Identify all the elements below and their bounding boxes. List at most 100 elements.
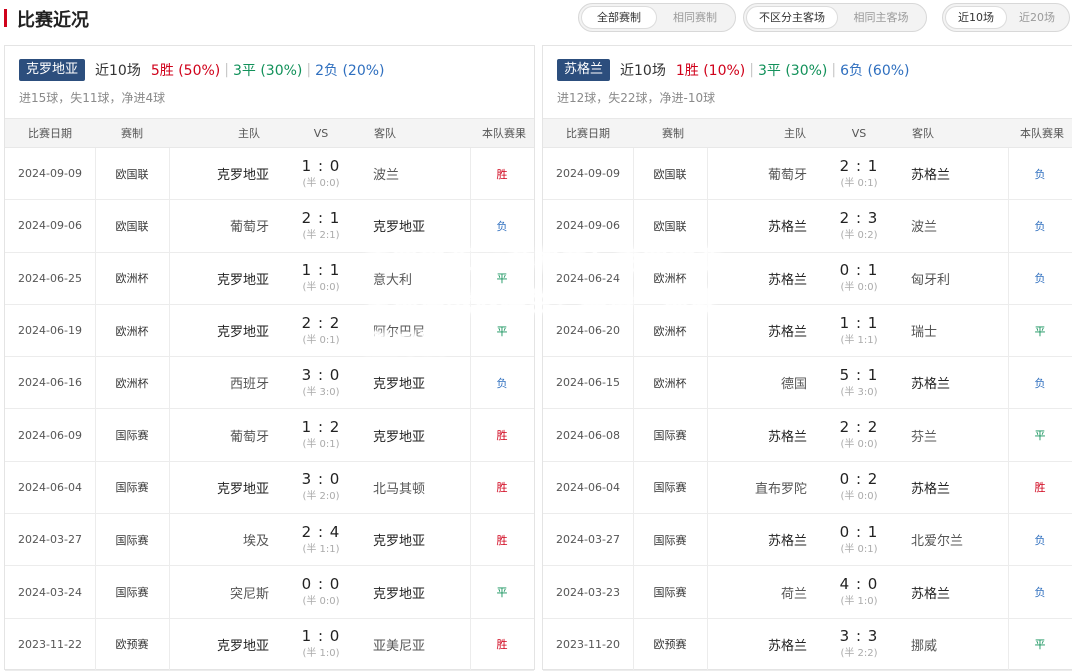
score-cell: 1 : 1 (半 1:1) bbox=[813, 305, 905, 356]
match-row[interactable]: 2024-06-16 欧洲杯 西班牙 3 : 0 (半 3:0) 克罗地亚 负 bbox=[5, 357, 534, 410]
away-team[interactable]: 匈牙利 bbox=[911, 253, 1007, 304]
home-team[interactable]: 突尼斯 bbox=[169, 566, 269, 617]
filter-last-20[interactable]: 近20场 bbox=[1007, 6, 1067, 29]
away-team[interactable]: 意大利 bbox=[373, 253, 469, 304]
match-row[interactable]: 2023-11-20 欧预赛 苏格兰 3 : 3 (半 2:2) 挪威 平 bbox=[543, 618, 1072, 671]
away-team[interactable]: 瑞士 bbox=[911, 305, 1007, 356]
home-team[interactable]: 克罗地亚 bbox=[169, 305, 269, 356]
match-row[interactable]: 2024-09-06 欧国联 苏格兰 2 : 3 (半 0:2) 波兰 负 bbox=[543, 200, 1072, 253]
result-badge: 负 bbox=[496, 376, 508, 390]
match-row[interactable]: 2024-03-27 国际赛 苏格兰 0 : 1 (半 0:1) 北爱尔兰 负 bbox=[543, 514, 1072, 567]
away-team[interactable]: 苏格兰 bbox=[911, 357, 1007, 408]
goals-summary: 进15球，失11球，净进4球 bbox=[19, 91, 166, 105]
competition: 国际赛 bbox=[115, 481, 149, 495]
competition: 欧洲杯 bbox=[115, 324, 149, 338]
home-team[interactable]: 苏格兰 bbox=[707, 253, 807, 304]
match-row[interactable]: 2024-06-19 欧洲杯 克罗地亚 2 : 2 (半 0:1) 阿尔巴尼 平 bbox=[5, 304, 534, 358]
filter-same-venue[interactable]: 相同主客场 bbox=[838, 6, 924, 29]
filter-same-competition[interactable]: 相同赛制 bbox=[657, 6, 733, 29]
filter-any-venue[interactable]: 不区分主客场 bbox=[746, 6, 838, 29]
match-row[interactable]: 2024-09-06 欧国联 葡萄牙 2 : 1 (半 2:1) 克罗地亚 负 bbox=[5, 200, 534, 253]
summary-line: 苏格兰 近10场 1胜 (10%) | 3平 (30%) | 6负 (60%) bbox=[557, 59, 910, 81]
home-team[interactable]: 葡萄牙 bbox=[169, 409, 269, 460]
score-cell: 2 : 2 (半 0:0) bbox=[813, 409, 905, 460]
match-row[interactable]: 2024-03-27 国际赛 埃及 2 : 4 (半 1:1) 克罗地亚 胜 bbox=[5, 514, 534, 567]
recent-label: 近10场 bbox=[95, 63, 141, 79]
full-time-score: 1 : 1 bbox=[839, 313, 879, 332]
match-row[interactable]: 2024-06-09 国际赛 葡萄牙 1 : 2 (半 0:1) 克罗地亚 胜 bbox=[5, 409, 534, 462]
match-row[interactable]: 2024-06-20 欧洲杯 苏格兰 1 : 1 (半 1:1) 瑞士 平 bbox=[543, 304, 1072, 358]
home-team[interactable]: 葡萄牙 bbox=[169, 200, 269, 251]
half-time-score: (半 0:0) bbox=[840, 439, 878, 451]
venue-filter[interactable]: 不区分主客场 相同主客场 bbox=[743, 3, 927, 32]
range-filter[interactable]: 近10场 近20场 bbox=[942, 3, 1070, 32]
away-team[interactable]: 克罗地亚 bbox=[373, 566, 469, 617]
away-team[interactable]: 北马其顿 bbox=[373, 462, 469, 513]
home-team[interactable]: 直布罗陀 bbox=[707, 462, 807, 513]
home-team[interactable]: 埃及 bbox=[169, 514, 269, 565]
col-date: 比赛日期 bbox=[566, 127, 610, 140]
away-team[interactable]: 苏格兰 bbox=[911, 566, 1007, 617]
competition-filter[interactable]: 全部赛制 相同赛制 bbox=[578, 3, 736, 32]
home-team[interactable]: 克罗地亚 bbox=[169, 148, 269, 199]
home-team[interactable]: 德国 bbox=[707, 357, 807, 408]
match-row[interactable]: 2024-03-23 国际赛 荷兰 4 : 0 (半 1:0) 苏格兰 负 bbox=[543, 566, 1072, 619]
match-row[interactable]: 2024-06-15 欧洲杯 德国 5 : 1 (半 3:0) 苏格兰 负 bbox=[543, 357, 1072, 410]
result-badge: 负 bbox=[1034, 219, 1046, 233]
away-team[interactable]: 芬兰 bbox=[911, 409, 1007, 460]
wins-stat: 5胜 (50%) bbox=[150, 63, 221, 79]
full-time-score: 3 : 0 bbox=[301, 365, 341, 384]
home-team[interactable]: 苏格兰 bbox=[707, 409, 807, 460]
match-row[interactable]: 2024-06-24 欧洲杯 苏格兰 0 : 1 (半 0:0) 匈牙利 负 bbox=[543, 252, 1072, 305]
home-team[interactable]: 西班牙 bbox=[169, 357, 269, 408]
match-row[interactable]: 2024-06-25 欧洲杯 克罗地亚 1 : 1 (半 0:0) 意大利 平 bbox=[5, 252, 534, 305]
match-row[interactable]: 2024-03-24 国际赛 突尼斯 0 : 0 (半 0:0) 克罗地亚 平 bbox=[5, 566, 534, 619]
away-team[interactable]: 波兰 bbox=[911, 200, 1007, 251]
away-team[interactable]: 克罗地亚 bbox=[373, 514, 469, 565]
score-cell: 3 : 3 (半 2:2) bbox=[813, 619, 905, 670]
away-team[interactable]: 克罗地亚 bbox=[373, 357, 469, 408]
full-time-score: 1 : 2 bbox=[301, 418, 341, 437]
away-team[interactable]: 苏格兰 bbox=[911, 148, 1007, 199]
filter-last-10[interactable]: 近10场 bbox=[945, 6, 1007, 29]
away-team[interactable]: 苏格兰 bbox=[911, 462, 1007, 513]
half-time-score: (半 0:0) bbox=[840, 491, 878, 503]
away-team[interactable]: 克罗地亚 bbox=[373, 200, 469, 251]
match-row[interactable]: 2023-11-22 欧预赛 克罗地亚 1 : 0 (半 1:0) 亚美尼亚 胜 bbox=[5, 618, 534, 671]
match-row[interactable]: 2024-09-09 欧国联 克罗地亚 1 : 0 (半 0:0) 波兰 胜 bbox=[5, 148, 534, 201]
match-row[interactable]: 2024-09-09 欧国联 葡萄牙 2 : 1 (半 0:1) 苏格兰 负 bbox=[543, 148, 1072, 201]
away-team[interactable]: 克罗地亚 bbox=[373, 409, 469, 460]
away-team[interactable]: 波兰 bbox=[373, 148, 469, 199]
home-team[interactable]: 苏格兰 bbox=[707, 305, 807, 356]
half-time-score: (半 0:0) bbox=[302, 282, 340, 294]
match-row[interactable]: 2024-06-04 国际赛 克罗地亚 3 : 0 (半 2:0) 北马其顿 胜 bbox=[5, 461, 534, 515]
home-team[interactable]: 克罗地亚 bbox=[169, 462, 269, 513]
match-table: 2024-09-09 欧国联 葡萄牙 2 : 1 (半 0:1) 苏格兰负 2024-09-… bbox=[543, 148, 1072, 671]
match-date: 2024-06-09 bbox=[18, 428, 82, 442]
match-date: 2024-09-09 bbox=[18, 167, 82, 181]
match-date: 2024-06-08 bbox=[556, 428, 620, 442]
home-team[interactable]: 克罗地亚 bbox=[169, 253, 269, 304]
away-team[interactable]: 阿尔巴尼 bbox=[373, 305, 469, 356]
title-accent-bar bbox=[4, 9, 7, 27]
home-team[interactable]: 苏格兰 bbox=[707, 200, 807, 251]
match-date: 2024-06-15 bbox=[556, 376, 620, 390]
home-team[interactable]: 苏格兰 bbox=[707, 619, 807, 670]
away-team[interactable]: 挪威 bbox=[911, 619, 1007, 670]
score-cell: 2 : 2 (半 0:1) bbox=[275, 305, 367, 356]
filter-all-competitions[interactable]: 全部赛制 bbox=[581, 6, 657, 29]
col-away: 客队 bbox=[912, 127, 934, 140]
home-team[interactable]: 克罗地亚 bbox=[169, 619, 269, 670]
away-team[interactable]: 亚美尼亚 bbox=[373, 619, 469, 670]
goals-summary: 进12球，失22球，净进-10球 bbox=[557, 91, 716, 105]
home-team[interactable]: 苏格兰 bbox=[707, 514, 807, 565]
match-row[interactable]: 2024-06-04 国际赛 直布罗陀 0 : 2 (半 0:0) 苏格兰 胜 bbox=[543, 461, 1072, 515]
full-time-score: 0 : 0 bbox=[301, 575, 341, 594]
half-time-score: (半 0:0) bbox=[302, 596, 340, 608]
home-team[interactable]: 葡萄牙 bbox=[707, 148, 807, 199]
away-team[interactable]: 北爱尔兰 bbox=[911, 514, 1007, 565]
result-badge: 负 bbox=[1034, 376, 1046, 390]
full-time-score: 2 : 2 bbox=[839, 418, 879, 437]
match-row[interactable]: 2024-06-08 国际赛 苏格兰 2 : 2 (半 0:0) 芬兰 平 bbox=[543, 409, 1072, 462]
home-team[interactable]: 荷兰 bbox=[707, 566, 807, 617]
